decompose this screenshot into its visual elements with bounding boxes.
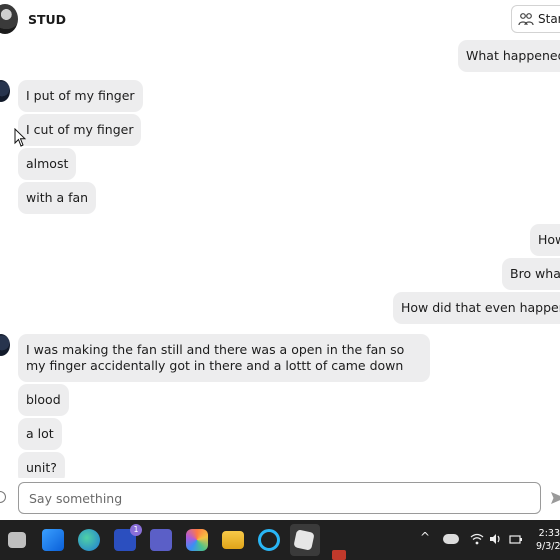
chevron-up-icon[interactable]: ^ <box>420 530 430 544</box>
message-bubble: I cut of my finger <box>18 114 142 146</box>
notification-badge: 1 <box>130 524 142 536</box>
cloud-icon[interactable] <box>443 534 459 544</box>
volume-icon[interactable] <box>489 533 502 545</box>
teams-icon[interactable] <box>150 529 172 551</box>
sender-avatar[interactable] <box>0 334 10 356</box>
file-explorer-icon[interactable] <box>222 531 244 549</box>
system-clock[interactable]: 2:33 9/3/2 <box>536 527 560 553</box>
message-bubble: How <box>530 224 560 256</box>
clock-date: 9/3/2 <box>536 541 560 552</box>
chat-title[interactable]: STUD <box>28 12 66 27</box>
emoji-icon[interactable] <box>0 491 6 503</box>
sender-avatar[interactable] <box>0 80 10 102</box>
message-bubble: with a fan <box>18 182 97 214</box>
message-bubble: Bro what <box>502 258 560 290</box>
message-bubble: What happened <box>458 40 560 72</box>
message-bubble: a lot <box>18 418 62 450</box>
store-icon[interactable] <box>42 529 64 551</box>
chat-header: STUD Start <box>0 0 560 40</box>
message-input[interactable] <box>18 482 541 514</box>
clock-time: 2:33 <box>538 528 560 539</box>
people-icon <box>518 13 534 26</box>
start-button-label: Start <box>538 12 560 26</box>
edge-browser-icon[interactable] <box>78 529 100 551</box>
chat-avatar[interactable] <box>0 4 18 34</box>
send-icon[interactable] <box>550 490 560 506</box>
message-bubble: I was making the fan still and there was… <box>18 334 430 382</box>
taskbar: 1 ^ <box>0 520 560 560</box>
copilot-icon[interactable] <box>186 529 208 551</box>
teams-classroom-icon[interactable]: 1 <box>114 524 142 551</box>
start-button[interactable]: Start <box>511 5 560 33</box>
app-preview-icon[interactable] <box>332 550 346 560</box>
roblox-icon[interactable] <box>293 529 315 551</box>
composer <box>0 478 560 520</box>
message-bubble: almost <box>18 148 77 180</box>
battery-icon[interactable] <box>509 533 523 545</box>
message-bubble: blood <box>18 384 69 416</box>
task-view-icon[interactable] <box>8 532 26 548</box>
wifi-icon[interactable] <box>470 533 484 545</box>
message-bubble: I put of my finger <box>18 80 143 112</box>
mouse-cursor-icon <box>14 128 26 147</box>
cortana-icon[interactable] <box>258 529 280 551</box>
message-bubble: How did that even happen <box>393 292 560 324</box>
